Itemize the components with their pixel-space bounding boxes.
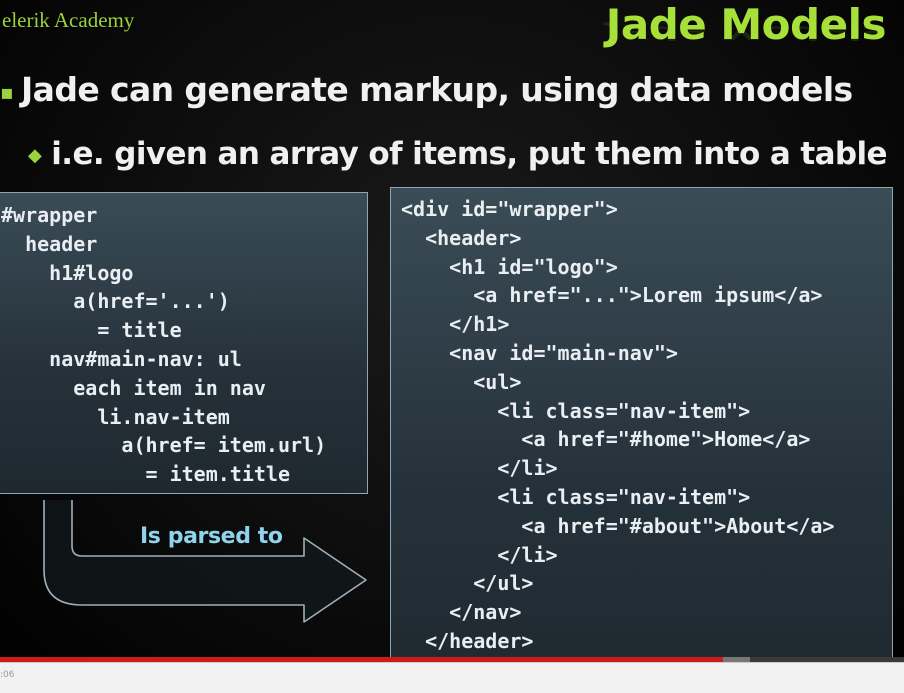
video-time: :06 (0, 670, 15, 680)
bullet-marker-icon: ◆ (28, 145, 42, 166)
bullet-secondary-text: i.e. given an array of items, put them i… (51, 136, 887, 172)
arrow-label: Is parsed to (140, 524, 283, 549)
jade-code: #wrapper header h1#logo a(href='...') = … (1, 203, 327, 487)
slide-title-reflection: Jade Models (605, 21, 886, 44)
video-controls-bar (0, 662, 904, 693)
brand-logo-text: elerik Academy (2, 8, 135, 32)
html-code: <div id="wrapper"> <header> <h1 id="logo… (401, 197, 835, 682)
html-code-box: <div id="wrapper"> <header> <h1 id="logo… (390, 187, 893, 692)
jade-code-box: #wrapper header h1#logo a(href='...') = … (0, 192, 368, 494)
parse-arrow-icon (43, 500, 367, 623)
bullet-primary-text: Jade can generate markup, using data mod… (20, 70, 853, 109)
bullet-secondary: ◆ i.e. given an array of items, put them … (28, 136, 888, 172)
bullet-marker-icon: ▪ (0, 79, 14, 104)
bullet-primary: ▪ Jade can generate markup, using data mo… (0, 70, 853, 109)
